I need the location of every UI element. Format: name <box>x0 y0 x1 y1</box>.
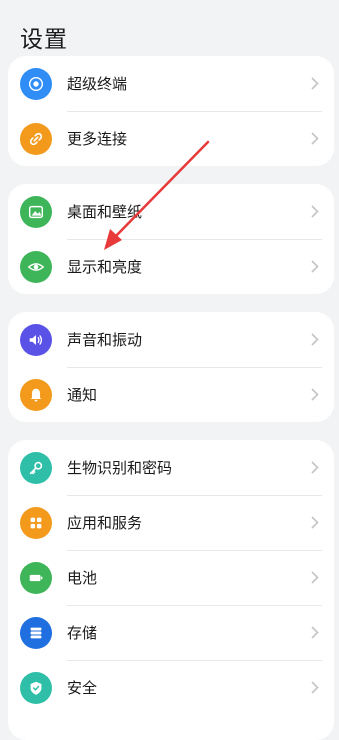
settings-item-label: 安全 <box>67 679 98 697</box>
settings-item-label: 声音和振动 <box>67 331 143 349</box>
settings-group-system: 生物识别和密码 应用和服务 电池 存储 安全 <box>8 440 334 740</box>
settings-item-battery[interactable]: 电池 <box>8 550 334 605</box>
sound-icon <box>20 323 52 356</box>
settings-group-connectivity: 超级终端 更多连接 <box>8 56 334 166</box>
chevron-right-icon <box>308 260 322 274</box>
settings-item-label: 生物识别和密码 <box>67 459 173 477</box>
settings-item-apps-services[interactable]: 应用和服务 <box>8 495 334 550</box>
settings-item-security[interactable]: 安全 <box>8 660 334 715</box>
settings-item-label: 通知 <box>67 386 98 404</box>
settings-item-label: 更多连接 <box>67 130 128 148</box>
settings-item-super-device[interactable]: 超级终端 <box>8 56 334 111</box>
settings-item-display-brightness[interactable]: 显示和亮度 <box>8 239 334 294</box>
settings-item-wallpaper[interactable]: 桌面和壁纸 <box>8 184 334 239</box>
settings-item-label: 应用和服务 <box>67 514 143 532</box>
settings-item-label: 显示和亮度 <box>67 258 143 276</box>
battery-icon <box>20 561 52 594</box>
settings-item-storage[interactable]: 存储 <box>8 605 334 660</box>
chevron-right-icon <box>308 77 322 91</box>
chevron-right-icon <box>308 132 322 146</box>
settings-item-label: 超级终端 <box>67 75 128 93</box>
settings-item-label: 电池 <box>67 569 98 587</box>
chevron-right-icon <box>308 681 322 695</box>
settings-item-biometrics-password[interactable]: 生物识别和密码 <box>8 440 334 495</box>
shield-icon <box>20 671 52 704</box>
chevron-right-icon <box>308 205 322 219</box>
chevron-right-icon <box>308 333 322 347</box>
chevron-right-icon <box>308 626 322 640</box>
settings-item-notifications[interactable]: 通知 <box>8 367 334 422</box>
settings-group-sound-notifications: 声音和振动 通知 <box>8 312 334 422</box>
link-icon <box>20 122 52 155</box>
settings-group-display: 桌面和壁纸 显示和亮度 <box>8 184 334 294</box>
storage-icon <box>20 616 52 649</box>
key-icon <box>20 451 52 484</box>
eye-icon <box>20 250 52 283</box>
settings-item-label: 桌面和壁纸 <box>67 203 143 221</box>
chevron-right-icon <box>308 388 322 402</box>
apps-icon <box>20 506 52 539</box>
settings-item-label: 存储 <box>67 624 98 642</box>
chevron-right-icon <box>308 516 322 530</box>
page-title: 设置 <box>20 27 68 53</box>
settings-item-more-connections[interactable]: 更多连接 <box>8 111 334 166</box>
wallpaper-icon <box>20 195 52 228</box>
bell-icon <box>20 378 52 411</box>
chevron-right-icon <box>308 571 322 585</box>
chevron-right-icon <box>308 461 322 475</box>
super-device-icon <box>20 67 52 100</box>
settings-item-sound-vibration[interactable]: 声音和振动 <box>8 312 334 367</box>
